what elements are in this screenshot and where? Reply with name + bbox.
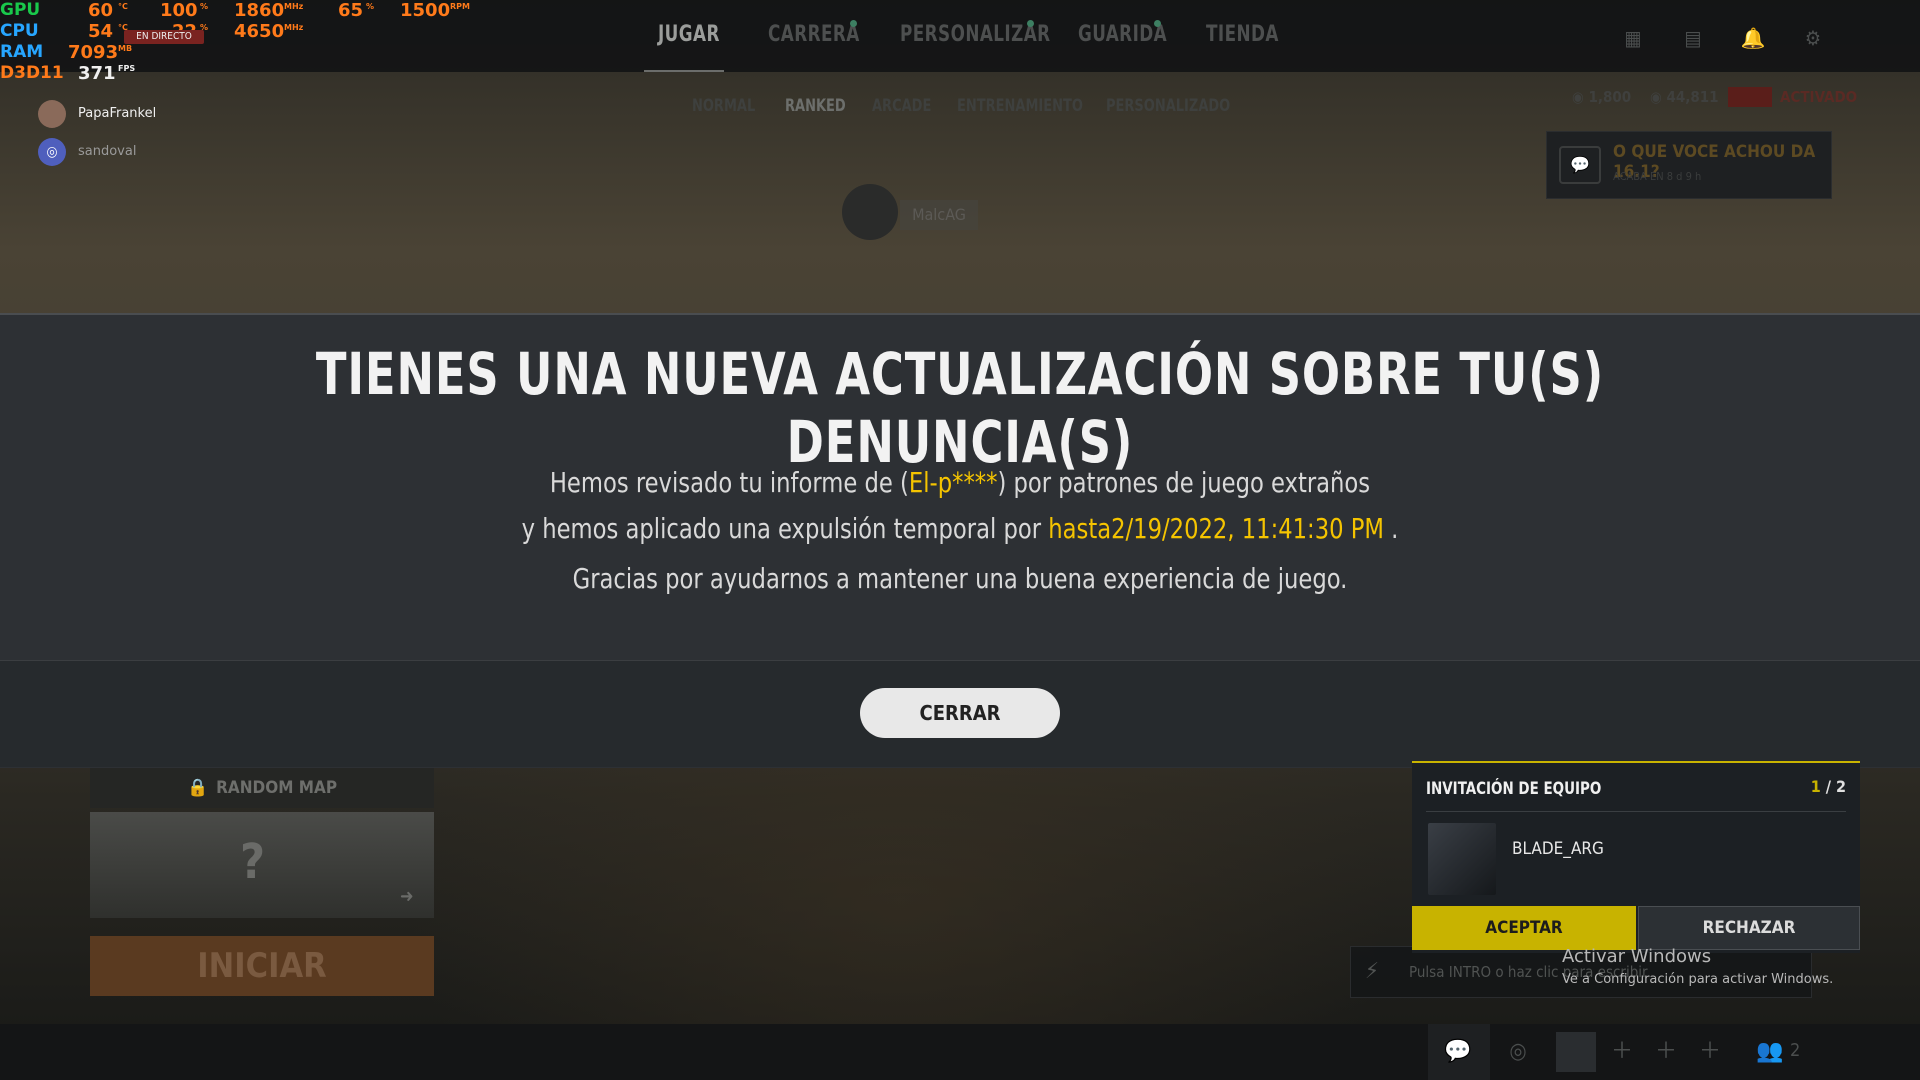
survey-card[interactable]: 💬 O QUE VOCE ACHOU DA 16.1? ACABA EN 8 d… (1546, 131, 1832, 199)
start-button[interactable]: INICIAR (90, 936, 434, 996)
player-name-tag: MalcAG (900, 200, 978, 230)
hud-gpu-clock: 1860 (234, 0, 285, 21)
hud-d3d-label: D3D11 (0, 63, 64, 83)
subtab-personalizado[interactable]: PERSONALIZADO (1106, 96, 1230, 116)
hud-cpu-clock: 4650 (234, 21, 285, 42)
currency-g: ◉ 44,811 (1650, 88, 1719, 106)
text: . (1383, 512, 1399, 545)
hud-unit: % (366, 2, 375, 11)
ban-until-date: hasta2/19/2022, 11:41:30 PM (1048, 512, 1384, 545)
hud-unit: RPM (450, 2, 470, 11)
add-squad-slot-icon[interactable]: ＋ (1604, 1034, 1640, 1070)
arrow-right-icon: ➜ (400, 886, 414, 907)
hud-unit: % (200, 2, 209, 11)
windows-activation-title: Activar Windows (1562, 946, 1712, 967)
divider (1426, 811, 1846, 812)
reported-player-name: El-p**** (908, 466, 998, 499)
stream-user-name: sandoval (78, 144, 137, 159)
hud-gpu-rpm: 1500 (400, 0, 451, 21)
subtab-ranked[interactable]: RANKED (785, 96, 846, 116)
status-label: ACTIVADO (1780, 88, 1858, 106)
random-map-panel[interactable]: 🔒 RANDOM MAP (90, 768, 434, 808)
avatar (38, 100, 66, 128)
hud-gpu-fan: 65 (338, 0, 364, 21)
notification-dot (1027, 20, 1034, 27)
subtab-arcade[interactable]: ARCADE (872, 96, 931, 116)
subtab-entrenamiento[interactable]: ENTRENAMIENTO (957, 96, 1083, 116)
live-badge: EN DIRECTO (124, 30, 204, 44)
hud-ram-value: 7093 (68, 42, 119, 63)
hud-ram-label: RAM (0, 42, 44, 62)
hud-unit: MB (118, 44, 133, 53)
friends-count: 2 (1790, 1040, 1801, 1061)
tab-tienda[interactable]: TIENDA (1206, 22, 1279, 47)
invite-counter-current: 1 (1810, 777, 1821, 796)
hud-cpu-label: CPU (0, 21, 39, 41)
add-squad-slot-icon[interactable]: ＋ (1692, 1034, 1728, 1070)
invite-counter: 1 / 2 (1810, 777, 1846, 796)
hud-unit: °C (118, 2, 128, 11)
currency-bp: ◉ 1,800 (1572, 88, 1632, 106)
plus-badge (1728, 87, 1772, 107)
active-tab-underline (644, 70, 724, 72)
close-button[interactable]: CERRAR (860, 688, 1060, 738)
avatar[interactable] (1556, 1032, 1596, 1072)
hud-unit: MHz (284, 23, 304, 32)
avatar (1428, 823, 1496, 895)
lock-icon: 🔒 (186, 778, 209, 798)
map-thumbnail[interactable]: ? ➜ (90, 812, 434, 918)
modal-line-3: Gracias por ayudarnos a mantener una bue… (572, 562, 1348, 595)
invite-counter-total: 2 (1835, 777, 1846, 796)
hud-gpu-label: GPU (0, 0, 41, 20)
bell-icon[interactable]: 🔔 (1740, 26, 1766, 50)
tab-jugar[interactable]: JUGAR (658, 22, 720, 47)
gear-icon[interactable]: ⚙ (1800, 26, 1826, 50)
notification-dot (1154, 20, 1161, 27)
news-icon[interactable]: ▤ (1680, 26, 1706, 50)
hud-fps-value: 371 (78, 63, 116, 84)
hud-gpu-load: 100 (160, 0, 198, 21)
question-icon: ? (240, 834, 266, 890)
subtab-normal[interactable]: NORMAL (692, 96, 755, 116)
hud-unit: MHz (284, 2, 304, 11)
target-icon[interactable]: ◎ (1500, 1034, 1536, 1070)
hud-cpu-temp: 54 (88, 21, 114, 42)
reject-button[interactable]: RECHAZAR (1638, 906, 1860, 950)
inviter-name: BLADE_ARG (1512, 839, 1604, 859)
store-icon[interactable]: ▦ (1620, 26, 1646, 50)
discord-icon: ◎ (38, 138, 66, 166)
invite-title: INVITACIÓN DE EQUIPO (1426, 779, 1602, 799)
modal-title: TIENES UNA NUEVA ACTUALIZACIÓN SOBRE TU(… (315, 340, 1605, 476)
survey-timer: ACABA EN 8 d 9 h (1613, 170, 1702, 183)
chat-bubble-icon: 💬 (1559, 146, 1601, 184)
windows-activation-subtitle: Ve a Configuración para activar Windows. (1562, 972, 1834, 987)
notification-dot (850, 20, 857, 27)
modal-line-1: Hemos revisado tu informe de (El-p****) … (96, 466, 1824, 499)
text: ) por patrones de juego extraños (997, 466, 1371, 499)
chat-icon[interactable]: 💬 (1440, 1034, 1476, 1070)
random-map-label: RANDOM MAP (216, 778, 338, 798)
text: Hemos revisado tu informe de ( (549, 466, 909, 499)
stream-user-name: PapaFrankel (78, 106, 157, 121)
text: y hemos aplicado una expulsión temporal … (521, 512, 1049, 545)
accept-button[interactable]: ACEPTAR (1412, 906, 1636, 950)
add-squad-slot-icon[interactable]: ＋ (1648, 1034, 1684, 1070)
hud-gpu-temp: 60 (88, 0, 114, 21)
hud-unit: FPS (118, 64, 136, 73)
tab-guarida[interactable]: GUARIDA (1078, 22, 1167, 47)
rank-emblem-icon (842, 184, 898, 240)
lightning-icon: ⚡ (1365, 959, 1379, 984)
tab-carrera[interactable]: CARRERA (768, 22, 860, 47)
friends-icon[interactable]: 👥 (1752, 1034, 1788, 1070)
modal-line-2: y hemos aplicado una expulsión temporal … (96, 512, 1824, 545)
